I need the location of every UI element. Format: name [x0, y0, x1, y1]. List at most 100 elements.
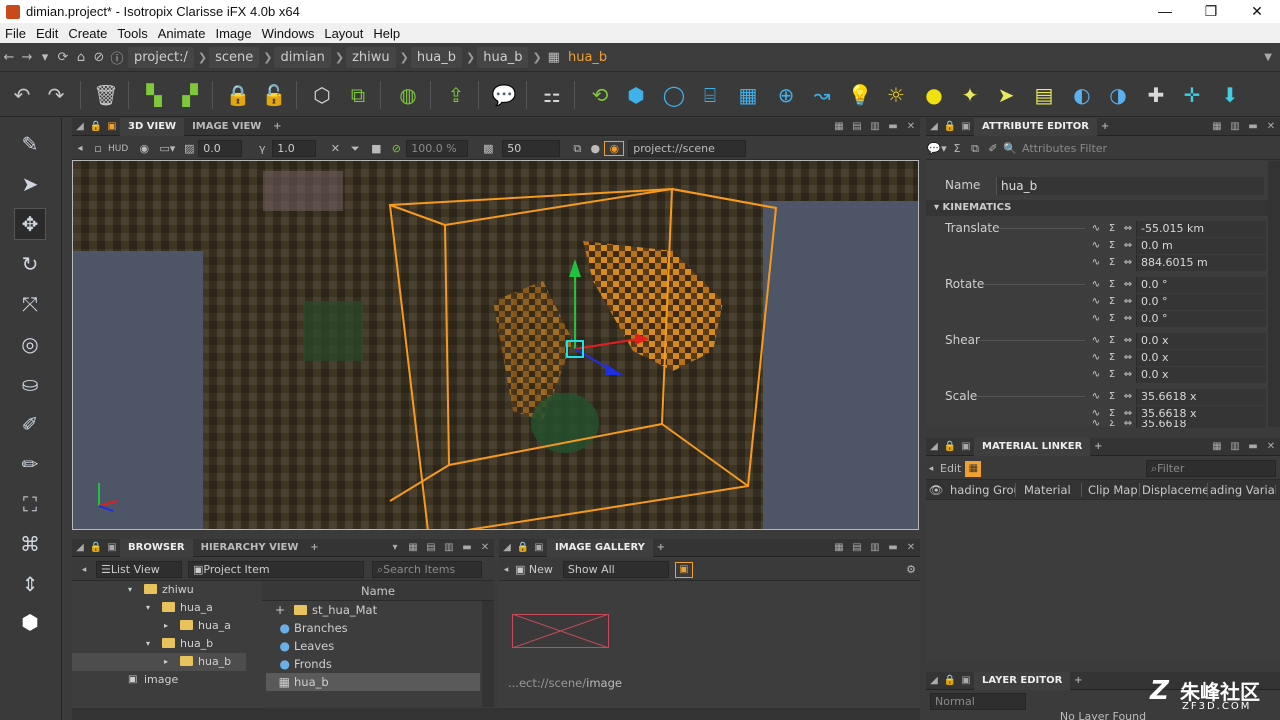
menu-create[interactable]: Create: [63, 26, 112, 41]
collapsed-arrow-icon[interactable]: ▸: [164, 657, 180, 666]
col-material[interactable]: Material: [1016, 482, 1082, 497]
rotate-icon[interactable]: ↻: [14, 248, 46, 280]
cylinder-icon[interactable]: ⌸: [696, 81, 724, 109]
translate-y-field[interactable]: 0.0 m: [1136, 237, 1266, 254]
exposure-field[interactable]: 0.0: [198, 140, 243, 157]
browser-list-scrollbar[interactable]: [482, 601, 494, 707]
tab-hierarchy-view[interactable]: HIERARCHY VIEW: [193, 539, 307, 557]
panel-menu-icon[interactable]: ◢: [72, 542, 88, 553]
layer-blend-mode-select[interactable]: Normal: [930, 693, 1026, 710]
paint-icon[interactable]: ✐: [14, 408, 46, 440]
split-h-icon[interactable]: ▤: [422, 542, 440, 553]
tree-item-image[interactable]: ▣ image: [128, 670, 178, 688]
rotate-x-field[interactable]: 0.0 °: [1136, 276, 1266, 293]
light-bulb-icon[interactable]: 💡: [846, 81, 874, 109]
add-tab-icon[interactable]: +: [1070, 675, 1086, 686]
crumb-hua-b-folder[interactable]: hua_b: [410, 47, 463, 68]
ruler-icon[interactable]: ⇕: [14, 568, 46, 600]
curve-icon[interactable]: ∿: [1088, 420, 1104, 428]
history-dropdown-icon[interactable]: ▾: [36, 50, 54, 65]
sigma-icon[interactable]: Σ: [1104, 350, 1120, 366]
add-tab-icon[interactable]: +: [1090, 441, 1106, 452]
col-shading-variable[interactable]: ading Variab: [1208, 483, 1276, 497]
info-icon[interactable]: ⓘ: [108, 48, 126, 67]
sigma-icon[interactable]: Σ: [1104, 311, 1120, 327]
menu-edit[interactable]: Edit: [31, 26, 63, 41]
lock-icon[interactable]: 🔒: [88, 121, 104, 132]
tab-image-view[interactable]: IMAGE VIEW: [184, 118, 269, 136]
context-icon[interactable]: ⟲: [586, 81, 614, 109]
save-icon[interactable]: ▫: [88, 142, 108, 155]
split-v-icon[interactable]: ▥: [866, 121, 884, 132]
skydome-icon[interactable]: ◑: [1104, 81, 1132, 109]
split-h-icon[interactable]: ▤: [848, 121, 866, 132]
expand-plus-icon[interactable]: +: [266, 603, 294, 617]
image-icon[interactable]: ▨: [180, 142, 198, 155]
curve-icon[interactable]: ∿: [1088, 333, 1104, 349]
maximize-icon[interactable]: ▬: [884, 542, 902, 553]
add-tab-icon[interactable]: +: [306, 542, 322, 553]
menu-file[interactable]: File: [0, 26, 31, 41]
maximize-icon[interactable]: ▬: [1244, 121, 1262, 132]
split-v-icon[interactable]: ▥: [440, 542, 458, 553]
wire-sphere-icon[interactable]: ⊕: [772, 81, 800, 109]
sigma-icon[interactable]: Σ: [1104, 333, 1120, 349]
kinematics-section[interactable]: ▾ KINEMATICS: [926, 200, 1268, 216]
menu-windows[interactable]: Windows: [257, 26, 320, 41]
collapse-icon[interactable]: ◂: [72, 565, 96, 575]
layout-icon[interactable]: ▣: [104, 542, 120, 553]
sigma-icon[interactable]: Σ: [1104, 367, 1120, 383]
link-icon[interactable]: ⇔: [1120, 367, 1136, 383]
panel-menu-icon[interactable]: ◢: [926, 121, 942, 132]
crumb-current[interactable]: hua_b: [562, 47, 613, 68]
menu-animate[interactable]: Animate: [153, 26, 211, 41]
list-item-st-hua-mat[interactable]: + st_hua_Mat: [266, 601, 480, 619]
maximize-icon[interactable]: ▬: [884, 121, 902, 132]
close-panel-icon[interactable]: ✕: [902, 121, 920, 132]
collapsed-arrow-icon[interactable]: ▸: [164, 621, 180, 630]
pick-icon[interactable]: ✎: [14, 128, 46, 160]
sigma-icon[interactable]: Σ: [1104, 277, 1120, 293]
refresh-icon[interactable]: ⟳: [54, 50, 72, 65]
link-icon[interactable]: ⇔: [1120, 389, 1136, 405]
link-icon[interactable]: ⇔: [1120, 221, 1136, 237]
search-items-input[interactable]: ⌕ Search Items: [372, 561, 482, 578]
expand-icon[interactable]: ▾: [146, 603, 162, 612]
group-icon[interactable]: ▚: [140, 81, 168, 109]
sigma-icon[interactable]: Σ: [1104, 221, 1120, 237]
curve-icon[interactable]: ∿: [1088, 221, 1104, 237]
tree-item-hua-b-child[interactable]: ▸ hua_b: [164, 652, 231, 670]
split-v-icon[interactable]: ▥: [866, 542, 884, 553]
panel-menu-icon[interactable]: ◢: [72, 121, 88, 132]
attribute-scrollbar[interactable]: [1268, 161, 1280, 427]
snap-icon[interactable]: ⌘: [14, 528, 46, 560]
tree-item-hua-b[interactable]: ▾ hua_b: [146, 634, 213, 652]
col-clip-map[interactable]: Clip Map: [1082, 482, 1140, 497]
material-grid-icon[interactable]: ▦: [965, 460, 982, 477]
settings-icon[interactable]: ⚙: [906, 563, 916, 576]
attributes-filter-input[interactable]: Attributes Filter: [1018, 140, 1238, 157]
close-panel-icon[interactable]: ✕: [1262, 441, 1280, 452]
curve-icon[interactable]: ∿: [1088, 389, 1104, 405]
shear-y-field[interactable]: 0.0 x: [1136, 349, 1266, 366]
close-button[interactable]: ✕: [1234, 3, 1280, 20]
name-field[interactable]: hua_b: [996, 177, 1264, 195]
orbit-icon[interactable]: ◎: [14, 328, 46, 360]
import-icon[interactable]: ⇪: [442, 81, 470, 109]
edit-menu[interactable]: Edit: [936, 462, 965, 475]
tab-image-gallery[interactable]: IMAGE GALLERY: [547, 538, 653, 557]
link-icon[interactable]: ⇔: [1120, 238, 1136, 254]
delete-icon[interactable]: 🗑: [92, 81, 120, 109]
link-icon[interactable]: ⇔: [1120, 294, 1136, 310]
samples-field[interactable]: 50: [502, 140, 561, 157]
lock-icon[interactable]: 🔒: [515, 542, 531, 553]
add-tab-icon[interactable]: +: [1097, 121, 1113, 132]
link-icon[interactable]: ⇔: [1120, 277, 1136, 293]
list-item-leaves[interactable]: ● Leaves: [266, 637, 480, 655]
snapshot-icon[interactable]: ⧉: [568, 142, 586, 156]
translate-z-field[interactable]: 884.6015 m: [1136, 254, 1266, 271]
color-swatch-icon[interactable]: ⬢: [14, 606, 46, 638]
crumb-hua-b-context[interactable]: hua_b: [477, 47, 529, 68]
add-locator-icon[interactable]: ✛: [1178, 81, 1206, 109]
frame-icon[interactable]: ⛶: [14, 488, 46, 520]
